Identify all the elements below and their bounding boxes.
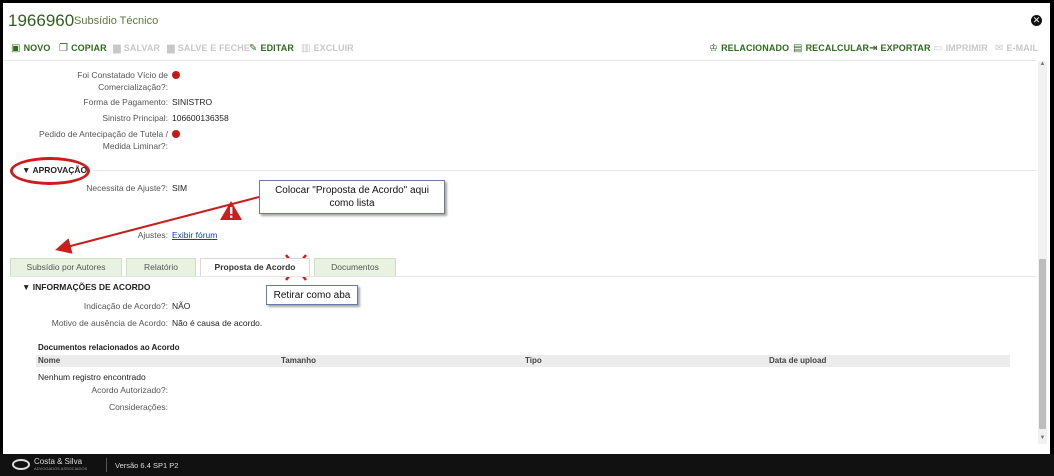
footer: Costa & Silva ADVOGADOS ASSOCIADOS Versã… bbox=[0, 454, 1054, 476]
logo-subtext: ADVOGADOS ASSOCIADOS bbox=[34, 466, 88, 471]
consideracoes-label: Considerações: bbox=[108, 402, 168, 412]
tab-divider bbox=[10, 276, 1036, 277]
scroll-down-icon[interactable]: ▼ bbox=[1039, 435, 1046, 441]
scroll-up-icon[interactable]: ▲ bbox=[1039, 61, 1046, 67]
indicacao-value: NÃO bbox=[172, 301, 191, 311]
record-window: 1966960 Subsídio Técnico ✕ ▣ NOVO ❐ COPIAR… bbox=[3, 3, 1050, 454]
tab-subsidio-autores[interactable]: Subsídio por Autores bbox=[10, 258, 122, 276]
logo-text: Costa & Silva bbox=[34, 457, 83, 466]
acordo-section-toggle[interactable]: ▼ INFORMAÇÕES DE ACORDO bbox=[22, 282, 151, 292]
exibir-forum-link[interactable]: Exibir fórum bbox=[172, 229, 217, 241]
ajustes-label: Ajustes: bbox=[137, 230, 168, 240]
col-tipo[interactable]: Tipo bbox=[525, 356, 542, 365]
scrollbar-thumb[interactable] bbox=[1039, 259, 1046, 429]
acordo-section-title: INFORMAÇÕES DE ACORDO bbox=[32, 282, 151, 292]
footer-divider bbox=[106, 458, 107, 472]
autorizado-label: Acordo Autorizado?: bbox=[91, 385, 168, 395]
col-data-upload[interactable]: Data de upload bbox=[769, 356, 826, 365]
version-text: Versão 6.4 SP1 P2 bbox=[115, 461, 179, 470]
motivo-label: Motivo de ausência de Acordo: bbox=[51, 318, 168, 328]
tab-proposta-acordo[interactable]: Proposta de Acordo bbox=[200, 258, 310, 276]
tab-documentos[interactable]: Documentos bbox=[314, 258, 396, 276]
indicacao-label: Indicação de Acordo?: bbox=[83, 301, 168, 311]
col-nome[interactable]: Nome bbox=[38, 356, 60, 365]
logo-cs-mark bbox=[12, 459, 30, 470]
annotation-callout-tab: Retirar como aba bbox=[266, 285, 358, 305]
docs-empty-text: Nenhum registro encontrado bbox=[38, 372, 146, 382]
docs-table-header: Nome Tamanho Tipo Data de upload bbox=[36, 355, 1010, 367]
tab-relatorio[interactable]: Relatório bbox=[126, 258, 196, 276]
col-tamanho[interactable]: Tamanho bbox=[281, 356, 316, 365]
collapse-triangle-icon: ▼ bbox=[22, 282, 31, 292]
docs-section-title: Documentos relacionados ao Acordo bbox=[38, 343, 180, 352]
motivo-value: Não é causa de acordo. bbox=[172, 318, 263, 328]
